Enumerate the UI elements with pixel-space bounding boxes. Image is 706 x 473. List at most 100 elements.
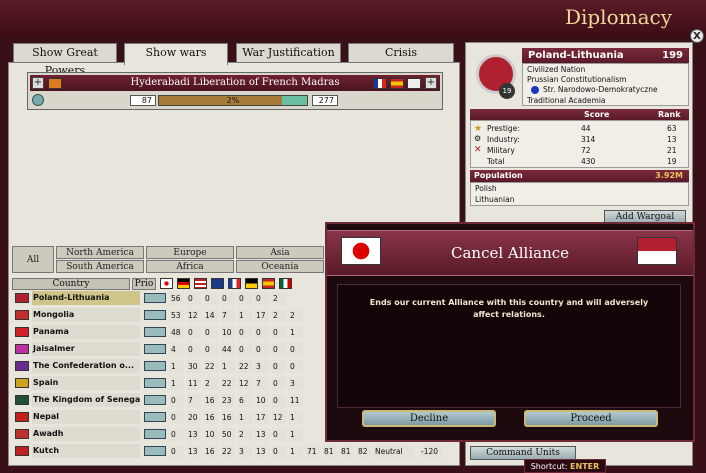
priority-toggle[interactable] [144, 327, 166, 337]
france-header-flag-icon[interactable] [228, 278, 241, 289]
spain-header-flag-icon[interactable] [262, 278, 275, 289]
influence-value: 2 [272, 292, 286, 305]
country-name-cell: Poland-Lithuania [32, 291, 140, 305]
add-attacker-button[interactable]: + [32, 77, 44, 89]
military-rank: 21 [667, 146, 677, 155]
decline-button[interactable]: Decline [362, 410, 496, 427]
industry-icon: ⚙ [474, 134, 482, 143]
total-score: 430 [581, 157, 596, 166]
tab-show-great-powers[interactable]: Show Great Powers [13, 43, 117, 77]
country-info: Civilized Nation Prussian Constitutional… [522, 63, 689, 106]
influence-value: 13 [187, 445, 201, 458]
influence-value: 16 [204, 394, 218, 407]
country-flag-icon [15, 310, 29, 320]
great-power-flag-headers [158, 278, 323, 290]
culture-polish: Polish [475, 184, 497, 193]
population-value: 3.92M [655, 171, 683, 180]
ally-flag-icon [407, 78, 421, 89]
mexico-flag-icon[interactable] [279, 278, 292, 289]
influence-value: 7 [255, 377, 269, 390]
priority-toggle[interactable] [144, 412, 166, 422]
influence-value: 3 [238, 445, 252, 458]
add-defender-button[interactable]: + [425, 77, 437, 89]
filter-africa[interactable]: Africa [146, 260, 234, 273]
tab-war-justification[interactable]: War Justification [236, 43, 341, 63]
influence-value: 3 [255, 360, 269, 373]
table-row[interactable]: Nepal 0 20 16 16 1 17 12 1 [12, 410, 322, 425]
table-row[interactable]: Mongolia 53 12 14 7 1 17 2 2 [12, 308, 322, 323]
prio-column-header[interactable]: Prio [132, 278, 156, 290]
country-name-cell: Spain [32, 376, 140, 390]
filter-north-america[interactable]: North America [56, 246, 144, 259]
influence-value: 22 [221, 445, 235, 458]
ruling-party-icon [531, 86, 539, 94]
germany-flag-icon[interactable] [177, 278, 190, 289]
table-row[interactable]: Spain 1 11 2 22 12 7 0 3 [12, 376, 322, 391]
influence-value: 10 [255, 394, 269, 407]
table-row[interactable]: Kutch 0 13 16 22 3 13 0 1 71 81 81 82 Neutral -120 [12, 444, 442, 459]
proceed-button[interactable]: Proceed [524, 410, 658, 427]
filter-all[interactable]: All [12, 246, 54, 273]
influence-value: 0 [238, 343, 252, 356]
influence-value: 14 [204, 309, 218, 322]
usa-flag-icon[interactable] [194, 278, 207, 289]
table-row[interactable]: The Kingdom of Senegal 0 7 16 23 6 10 0 11 [12, 393, 322, 408]
close-button[interactable]: X [690, 29, 704, 43]
culture-lithuanian: Lithuanian [475, 195, 515, 204]
filter-south-america[interactable]: South America [56, 260, 144, 273]
tab-show-wars[interactable]: Show wars [124, 43, 228, 65]
country-flag-icon [15, 361, 29, 371]
rank-header: Rank [658, 110, 681, 119]
influence-value: 1 [170, 377, 184, 390]
influence-value: 81 [323, 445, 337, 458]
influence-value: 1 [289, 411, 303, 424]
country-flag-icon [15, 412, 29, 422]
priority-toggle[interactable] [144, 361, 166, 371]
nation-status: Civilized Nation [527, 65, 586, 74]
command-units-button[interactable]: Command Units [470, 446, 576, 460]
priority-toggle[interactable] [144, 378, 166, 388]
influence-value: 16 [221, 411, 235, 424]
influence-value: 1 [170, 360, 184, 373]
war-entry[interactable]: Hyderabadi Liberation of French Madras +… [27, 72, 443, 110]
uk-flag-icon[interactable] [211, 278, 224, 289]
influence-value: 0 [170, 394, 184, 407]
influence-value: 0 [272, 377, 286, 390]
influence-value: 10 [221, 326, 235, 339]
filter-europe[interactable]: Europe [146, 246, 234, 259]
influence-value: 81 [340, 445, 354, 458]
country-name-cell: Nepal [32, 410, 140, 424]
table-row[interactable]: Panama 48 0 0 10 0 0 0 1 [12, 325, 322, 340]
priority-toggle[interactable] [144, 429, 166, 439]
table-row[interactable]: Awadh 0 13 10 50 2 13 0 1 [12, 427, 322, 442]
japan-flag-icon[interactable] [160, 278, 173, 289]
filter-asia[interactable]: Asia [236, 246, 324, 259]
country-name-cell: Mongolia [32, 308, 140, 322]
priority-toggle[interactable] [144, 293, 166, 303]
country-column-header[interactable]: Country [12, 278, 130, 290]
table-row[interactable]: Poland-Lithuania 56 0 0 0 0 0 2 [12, 291, 322, 306]
influence-value: 12 [272, 411, 286, 424]
influence-value: 11 [187, 377, 201, 390]
influence-value: 1 [238, 411, 252, 424]
priority-toggle[interactable] [144, 310, 166, 320]
influence-value: 0 [272, 394, 286, 407]
filter-oceania[interactable]: Oceania [236, 260, 324, 273]
influence-value: 0 [204, 343, 218, 356]
priority-toggle[interactable] [144, 395, 166, 405]
table-row[interactable]: Jaisalmer 4 0 0 44 0 0 0 0 [12, 342, 322, 357]
hyderabad-flag-icon [48, 78, 62, 89]
influence-value: 0 [187, 326, 201, 339]
shortcut-key: ENTER [570, 462, 600, 471]
austria-flag-icon[interactable] [245, 278, 258, 289]
influence-value: 2 [272, 309, 286, 322]
priority-toggle[interactable] [144, 446, 166, 456]
influence-value: 30 [187, 360, 201, 373]
influence-value: 0 [221, 292, 235, 305]
tab-crisis[interactable]: Crisis [348, 43, 454, 63]
dialog-header: Cancel Alliance [327, 230, 693, 276]
influence-value: -120 [420, 445, 442, 458]
table-row[interactable]: The Confederation o... 1 30 22 1 22 3 0 0 [12, 359, 322, 374]
priority-toggle[interactable] [144, 344, 166, 354]
population-header-bar: Population 3.92M [470, 170, 689, 182]
